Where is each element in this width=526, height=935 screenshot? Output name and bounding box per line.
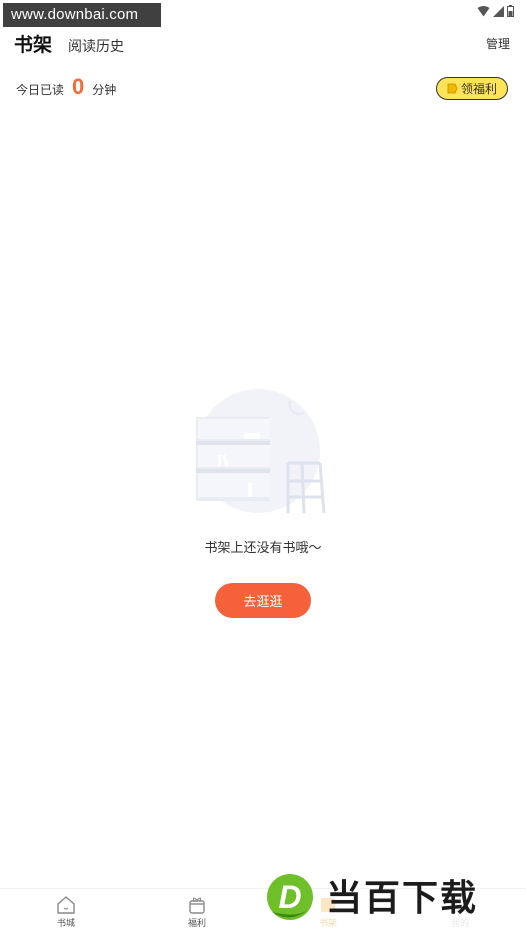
watermark-logo-letter: D	[278, 879, 301, 915]
today-reading-minutes: 0	[72, 74, 85, 99]
nav-label-welfare: 福利	[187, 919, 206, 929]
get-welfare-button[interactable]: 领福利	[436, 77, 508, 100]
nav-item-bookstore[interactable]: 书城	[36, 895, 96, 929]
signal-icon	[493, 5, 504, 17]
coupon-icon	[447, 83, 458, 94]
header-tabs: 书架 阅读历史	[14, 30, 124, 57]
today-reading-unit: 分钟	[92, 83, 117, 97]
wifi-icon	[477, 5, 490, 16]
manage-button[interactable]: 管理	[486, 35, 510, 52]
watermark-url: www.downbai.com	[3, 3, 161, 27]
browse-button[interactable]: 去逛逛	[215, 583, 311, 618]
today-reading-label: 今日已读	[16, 83, 65, 97]
get-welfare-label: 领福利	[460, 82, 497, 96]
tab-bookshelf[interactable]: 书架	[14, 30, 52, 57]
tab-reading-history[interactable]: 阅读历史	[68, 36, 124, 56]
empty-bookshelf-illustration	[196, 389, 326, 514]
gift-icon	[189, 897, 205, 914]
home-icon	[57, 896, 75, 914]
watermark-logo: D 当百下载	[267, 874, 478, 920]
nav-item-welfare[interactable]: 福利	[167, 895, 227, 929]
empty-message: 书架上还没有书哦～	[204, 541, 322, 556]
watermark-logo-text: 当百下载	[326, 878, 478, 919]
today-reading: 今日已读 0 分钟	[16, 74, 116, 100]
nav-label-bookstore: 书城	[56, 919, 75, 929]
status-bar	[477, 4, 514, 18]
battery-icon	[507, 5, 514, 17]
